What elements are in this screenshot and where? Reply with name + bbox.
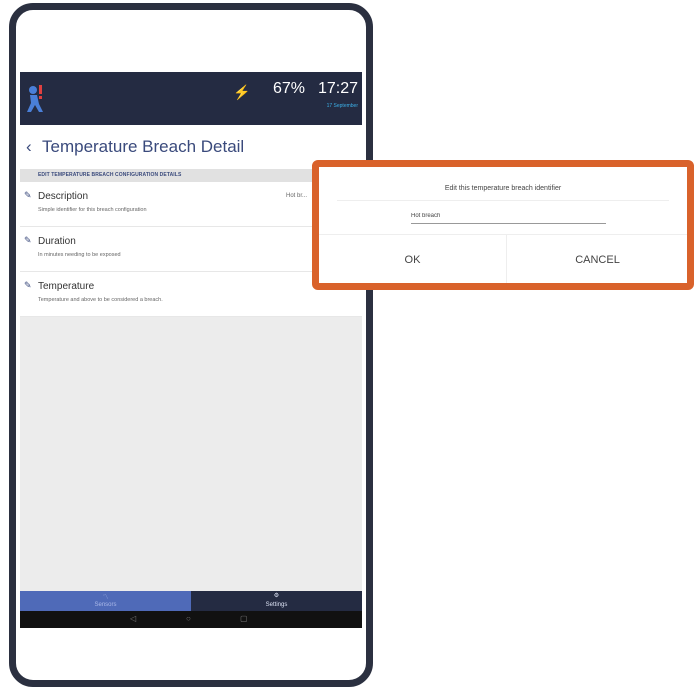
edit-identifier-dialog: Edit this temperature breach identifier … [312, 160, 694, 290]
dialog-title: Edit this temperature breach identifier [444, 185, 562, 192]
row-subtitle: In minutes needing to be exposed [38, 252, 121, 258]
ok-button[interactable]: OK [319, 235, 507, 283]
nav-item-sensors[interactable]: 〽 Sensors [20, 591, 191, 611]
app-logo-icon [27, 85, 43, 112]
app-screen: ⚡ 67% 17:27 17 September ‹ Temperature B… [20, 72, 362, 628]
setting-row-description[interactable]: ✎ Description Simple identifier for this… [20, 182, 362, 227]
clock-time: 17:27 [318, 80, 359, 97]
row-subtitle: Temperature and above to be considered a… [38, 297, 163, 303]
battery-percent: 67% [273, 80, 306, 97]
nav-item-settings[interactable]: ⚙ Settings [191, 591, 362, 611]
bottom-nav: 〽 Sensors ⚙ Settings [20, 591, 362, 611]
recents-square-icon[interactable]: ▢ [240, 614, 248, 623]
page-title: Temperature Breach Detail [42, 137, 245, 156]
nav-label-sensors: Sensors [94, 602, 117, 608]
setting-row-duration[interactable]: ✎ Duration In minutes needing to be expo… [20, 227, 362, 272]
gear-icon: ⚙ [273, 593, 280, 599]
row-title: Temperature [38, 281, 95, 292]
clock-date: 17 September [326, 103, 358, 109]
setting-row-temperature[interactable]: ✎ Temperature Temperature and above to b… [20, 272, 362, 317]
pencil-icon: ✎ [24, 280, 32, 290]
pencil-icon: ✎ [24, 235, 32, 245]
tablet-frame: ⚡ 67% 17:27 17 September ‹ Temperature B… [9, 3, 373, 687]
section-header: EDIT TEMPERATURE BREACH CONFIGURATION DE… [20, 169, 362, 182]
page-header: ‹ Temperature Breach Detail [20, 125, 362, 169]
row-title: Description [38, 191, 89, 202]
home-circle-icon[interactable]: ○ [186, 614, 191, 623]
row-subtitle: Simple identifier for this breach config… [38, 207, 147, 213]
row-title: Duration [38, 236, 76, 247]
cancel-button[interactable]: CANCEL [508, 235, 687, 283]
dialog-actions: OK CANCEL [319, 234, 687, 283]
pencil-icon: ✎ [24, 190, 32, 200]
identifier-input[interactable] [411, 209, 606, 224]
status-bar: ⚡ 67% 17:27 17 September [20, 72, 362, 125]
battery-charging-icon: ⚡ [233, 84, 251, 100]
back-icon[interactable]: ‹ [26, 137, 32, 157]
nav-label-settings: Settings [265, 602, 288, 608]
back-triangle-icon[interactable]: ◁ [130, 614, 136, 623]
chart-icon: 〽 [102, 595, 109, 601]
system-nav-bar: ◁ ○ ▢ [20, 611, 362, 628]
row-value: Hot br... [286, 193, 308, 199]
dialog-divider [337, 200, 669, 201]
